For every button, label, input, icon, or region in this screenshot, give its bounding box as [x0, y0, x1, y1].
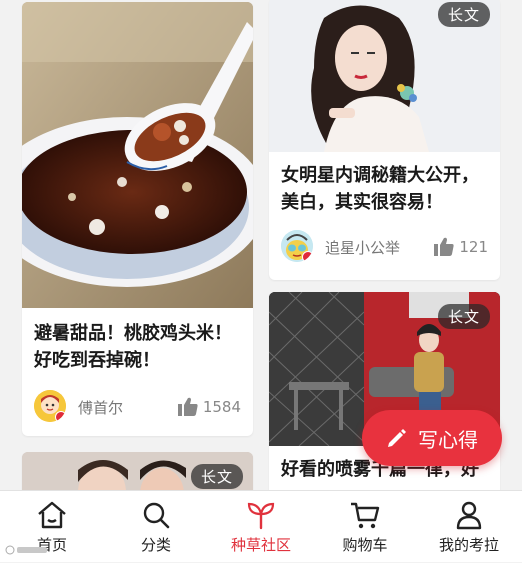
post-meta: 追星小公举 121: [281, 230, 490, 264]
long-article-badge: 长文: [437, 2, 490, 27]
post-card-celebrity[interactable]: 长文 女明星内调秘籍大公开，美白，其实很容易！ 追星小公举 121: [269, 0, 500, 280]
post-author[interactable]: 追星小公举: [325, 237, 400, 258]
write-review-label: 写心得: [418, 427, 478, 452]
like-count[interactable]: 1584: [177, 397, 241, 416]
tab-label: 分类: [140, 536, 171, 554]
post-title: 女明星内调秘籍大公开，美白，其实很容易！: [281, 165, 479, 213]
long-article-badge: 长文: [190, 464, 243, 489]
tab-label: 我的考拉: [438, 536, 499, 554]
tab-profile[interactable]: 我的考拉: [417, 491, 521, 563]
post-image-dessert: [22, 2, 253, 308]
post-card-couple[interactable]: 长文: [22, 452, 253, 490]
tab-label: 购物车: [342, 536, 388, 554]
profile-icon: [456, 501, 482, 530]
bottom-tab-bar: 首页 分类 种草社区 购物车 我的考拉: [0, 490, 522, 562]
thumbs-up-icon: [434, 237, 454, 256]
tab-label: 种草社区: [230, 536, 291, 554]
long-article-badge: 长文: [437, 304, 490, 329]
like-count[interactable]: 121: [434, 237, 488, 256]
like-count-value: 1584: [202, 397, 241, 416]
user-avatar-icon[interactable]: [34, 390, 66, 422]
post-author[interactable]: 傅首尔: [78, 397, 123, 418]
verified-badge-icon: [302, 251, 313, 262]
post-meta: 傅首尔 1584: [34, 390, 243, 424]
pencil-icon: [388, 429, 406, 447]
like-count-value: 121: [459, 237, 488, 256]
thumbs-up-icon: [177, 397, 198, 416]
post-card-dessert[interactable]: 避暑甜品！桃胶鸡头米！好吃到吞掉碗！ 傅首尔 1584: [22, 2, 253, 436]
write-review-button[interactable]: 写心得: [362, 410, 502, 466]
cart-icon: [351, 502, 380, 529]
tab-category[interactable]: 分类: [104, 491, 208, 563]
tab-community[interactable]: 种草社区: [209, 491, 313, 563]
verified-badge-icon: [55, 411, 66, 422]
watermark-logo-icon: [4, 544, 48, 559]
search-icon: [143, 502, 170, 529]
post-title: 避暑甜品！桃胶鸡头米！好吃到吞掉碗！: [34, 323, 232, 371]
home-icon: [38, 501, 66, 529]
tab-cart[interactable]: 购物车: [313, 491, 417, 563]
sprout-icon: [247, 502, 275, 530]
user-avatar-icon[interactable]: [281, 230, 313, 262]
